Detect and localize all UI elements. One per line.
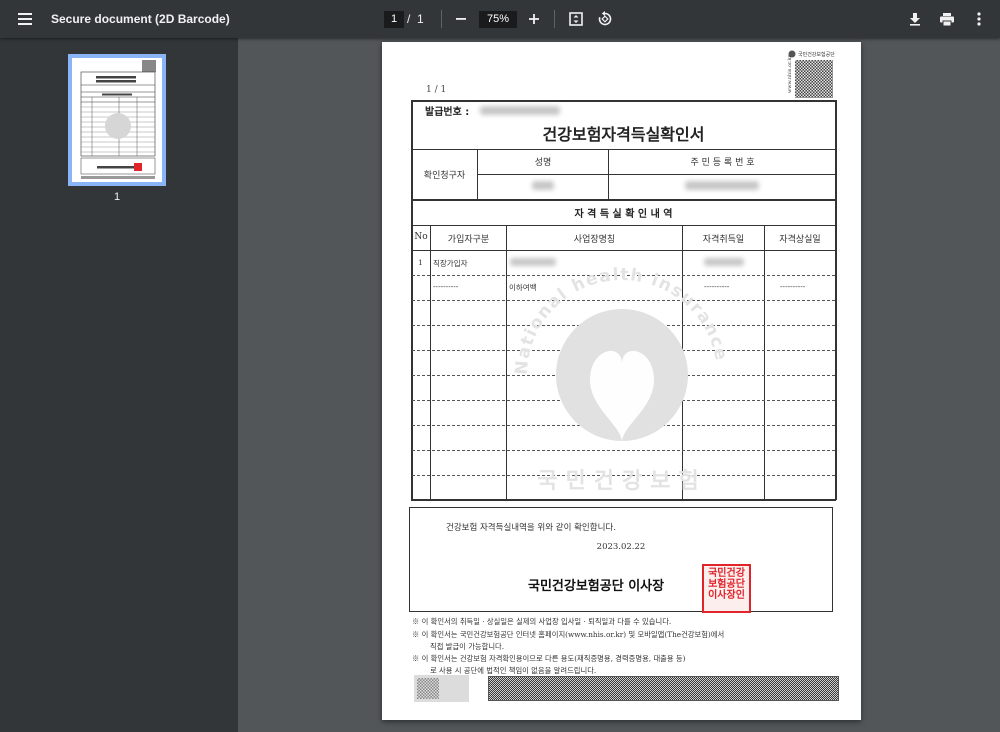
requester-label: 확인청구자 — [423, 171, 466, 181]
section-title: 자 격 득 실 확 인 내 역 — [574, 209, 673, 220]
zoom-out-button[interactable] — [446, 4, 476, 34]
issue-number-redacted — [480, 106, 560, 115]
resident-id-header: 주 민 등 록 번 호 — [690, 158, 755, 168]
issuer-url: www.nhis.or.kr — [787, 55, 793, 93]
barcode-logo-block — [414, 675, 469, 702]
rotate-icon — [598, 11, 612, 26]
document-title-heading: 건강보험자격득실확인서 — [542, 125, 705, 144]
issuer-logo-text: 국민건강보험공단 — [798, 52, 835, 58]
fit-page-button[interactable] — [561, 4, 591, 34]
pdf-toolbar: Secure document (2D Barcode) 1 / 1 75% — [0, 0, 1000, 38]
print-icon — [940, 12, 954, 26]
total-pages: 1 — [417, 12, 424, 26]
note-1: ※ 이 확인서의 취득일 · 상실일은 실제의 사업장 입사일 · 퇴직일과 다… — [412, 617, 672, 626]
pdf-page: 1 / 1 국민건강보험공단 www.nhis.or.kr 발급번호 : 건강보… — [382, 42, 861, 720]
document-viewer[interactable]: 1 / 1 국민건강보험공단 www.nhis.or.kr 발급번호 : 건강보… — [238, 38, 1000, 732]
thumbnail-sidebar: 1 — [0, 38, 238, 732]
col-lost-date: 자격상실일 — [779, 235, 821, 245]
issue-number-label: 발급번호 : — [425, 107, 470, 118]
more-vertical-icon — [977, 12, 981, 26]
2d-barcode — [488, 676, 839, 701]
page-number-input[interactable]: 1 — [384, 10, 404, 28]
name-redacted — [532, 181, 554, 190]
toolbar-divider — [441, 10, 442, 28]
col-no: No — [414, 232, 428, 242]
download-button[interactable] — [900, 4, 930, 34]
small-qr-code — [417, 678, 439, 699]
col-member-type: 가입자구분 — [447, 235, 490, 245]
more-actions-button[interactable] — [964, 4, 994, 34]
confirmation-text: 건강보험 자격득실내역을 위와 같이 확인합니다. — [446, 523, 616, 533]
row1-member-type: 직장가입자 — [433, 259, 468, 268]
page-thumbnail[interactable] — [68, 54, 166, 186]
zoom-in-button[interactable] — [519, 4, 549, 34]
print-button[interactable] — [932, 4, 962, 34]
thumbnail-page-number: 1 — [113, 191, 121, 203]
fit-to-page-icon — [569, 12, 583, 26]
signer-name: 국민건강보험공단 이사장 — [528, 579, 665, 594]
row1-no: 1 — [418, 258, 423, 267]
zoom-input[interactable]: 75% — [479, 10, 517, 28]
note-2-continued: 직접 발급이 가능합니다. — [430, 642, 505, 651]
page-separator: / — [407, 12, 411, 26]
menu-button[interactable] — [10, 4, 40, 34]
toolbar-divider — [554, 10, 555, 28]
thumbnail-preview — [72, 58, 162, 182]
row2-member-type: ---------- — [433, 282, 459, 291]
official-seal: 국민건강보험공단이사장인 — [702, 564, 751, 613]
watermark-korean: 국민건강보험 — [537, 468, 706, 494]
minus-icon — [456, 18, 466, 20]
page-counter: 1 / 1 — [426, 85, 447, 95]
issue-date: 2023.02.22 — [596, 542, 646, 552]
name-header: 성명 — [534, 158, 552, 168]
note-3: ※ 이 확인서는 건강보험 자격확인용이므로 다른 용도(재직증명용, 경력증명… — [412, 654, 686, 663]
resident-id-redacted — [685, 181, 759, 190]
hamburger-icon — [18, 13, 32, 25]
plus-icon — [529, 14, 539, 24]
rotate-button[interactable] — [590, 4, 620, 34]
download-icon — [910, 13, 920, 26]
nhis-watermark: National health insurance service 국민건강보험 — [502, 230, 730, 494]
issuer-logo-block: 국민건강보험공단 www.nhis.or.kr — [785, 48, 835, 99]
document-title: Secure document (2D Barcode) — [51, 12, 230, 26]
note-2: ※ 이 확인서는 국민건강보험공단 인터넷 홈페이지(www.nhis.or.k… — [412, 630, 725, 639]
row2-lost-date: ---------- — [780, 282, 806, 291]
qr-code — [795, 60, 833, 98]
